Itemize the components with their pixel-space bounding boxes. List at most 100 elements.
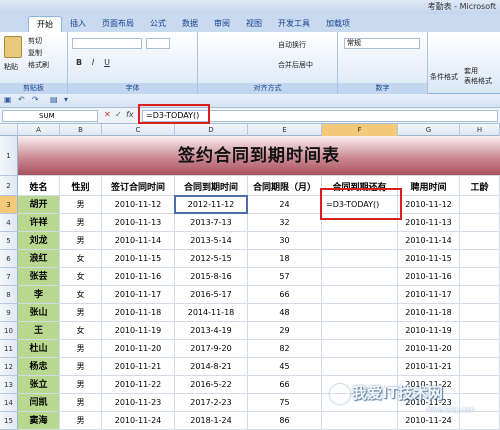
header-cell[interactable]: 性别	[60, 176, 102, 196]
name-cell[interactable]: 闫凯	[18, 394, 60, 412]
table-cell[interactable]: 66	[248, 286, 322, 304]
paste-button[interactable]: 粘贴	[4, 62, 18, 72]
table-cell[interactable]: 2010-11-13	[398, 214, 460, 232]
row-header-9[interactable]: 9	[0, 304, 18, 322]
redo-icon[interactable]: ↷	[32, 95, 39, 104]
table-cell[interactable]: 2010-11-12	[398, 196, 460, 214]
row-header-2[interactable]: 2	[0, 176, 18, 196]
name-cell[interactable]: 浪红	[18, 250, 60, 268]
table-cell[interactable]: 2010-11-22	[102, 376, 175, 394]
select-all-corner[interactable]	[0, 124, 18, 136]
row-header-4[interactable]: 4	[0, 214, 18, 232]
table-cell[interactable]: 2016-5-17	[175, 286, 248, 304]
header-cell[interactable]: 签订合同时间	[102, 176, 175, 196]
table-cell[interactable]	[460, 214, 500, 232]
table-cell[interactable]	[460, 286, 500, 304]
font-name-select[interactable]	[72, 38, 142, 49]
table-cell[interactable]: 男	[60, 232, 102, 250]
format-painter-button[interactable]: 格式刷	[28, 60, 49, 70]
table-cell[interactable]: 2010-11-17	[398, 286, 460, 304]
column-header-g[interactable]: G	[398, 124, 460, 136]
table-cell[interactable]	[460, 340, 500, 358]
table-cell[interactable]	[460, 196, 500, 214]
column-header-h[interactable]: H	[460, 124, 500, 136]
name-cell[interactable]: 王	[18, 322, 60, 340]
table-cell[interactable]: 2010-11-16	[398, 268, 460, 286]
tab-developer[interactable]: 开发工具	[270, 16, 318, 32]
tab-addins[interactable]: 加载项	[318, 16, 358, 32]
print-preview-icon[interactable]: ▤	[50, 95, 58, 104]
tab-home[interactable]: 开始	[28, 16, 62, 32]
tab-view[interactable]: 视图	[238, 16, 270, 32]
table-cell[interactable]: 2013-5-14	[175, 232, 248, 250]
tab-formulas[interactable]: 公式	[142, 16, 174, 32]
table-cell[interactable]	[322, 232, 398, 250]
table-cell[interactable]: 2018-1-24	[175, 412, 248, 430]
row-header-3[interactable]: 3	[0, 196, 18, 214]
table-cell[interactable]: 2010-11-23	[102, 394, 175, 412]
table-cell[interactable]	[460, 268, 500, 286]
header-cell[interactable]: 工龄	[460, 176, 500, 196]
table-cell[interactable]: 82	[248, 340, 322, 358]
row-header-8[interactable]: 8	[0, 286, 18, 304]
tab-review[interactable]: 审阅	[206, 16, 238, 32]
table-format-button[interactable]: 套用 表格格式	[464, 66, 492, 86]
header-cell[interactable]: 聘用时间	[398, 176, 460, 196]
italic-button[interactable]: I	[88, 58, 98, 68]
undo-icon[interactable]: ↶	[18, 95, 25, 104]
copy-button[interactable]: 复制	[28, 48, 42, 58]
table-cell[interactable]	[322, 340, 398, 358]
row-header-11[interactable]: 11	[0, 340, 18, 358]
table-cell[interactable]: 2017-9-20	[175, 340, 248, 358]
table-cell[interactable]: 男	[60, 340, 102, 358]
row-header-7[interactable]: 7	[0, 268, 18, 286]
table-cell[interactable]: 2010-11-14	[102, 232, 175, 250]
table-cell[interactable]: 2013-4-19	[175, 322, 248, 340]
table-cell[interactable]: 男	[60, 214, 102, 232]
column-header-b[interactable]: B	[60, 124, 102, 136]
header-cell[interactable]: 合同期限（月）	[248, 176, 322, 196]
name-cell[interactable]: 刘龙	[18, 232, 60, 250]
table-cell[interactable]: 2010-11-19	[102, 322, 175, 340]
row-header-6[interactable]: 6	[0, 250, 18, 268]
name-cell[interactable]: 杜山	[18, 340, 60, 358]
name-cell[interactable]: 许祥	[18, 214, 60, 232]
save-icon[interactable]: ▣	[4, 95, 12, 104]
font-size-select[interactable]	[146, 38, 170, 49]
table-cell[interactable]	[460, 322, 500, 340]
table-cell[interactable]: 86	[248, 412, 322, 430]
function-icon[interactable]: fx	[126, 110, 134, 119]
table-cell[interactable]: 2010-11-24	[102, 412, 175, 430]
column-header-e[interactable]: E	[248, 124, 322, 136]
name-box[interactable]: SUM	[2, 110, 98, 122]
conditional-format-button[interactable]: 条件格式	[430, 72, 458, 82]
table-cell[interactable]: 2012-5-15	[175, 250, 248, 268]
customize-qat-icon[interactable]: ▾	[64, 95, 68, 104]
table-cell[interactable]: 2010-11-20	[102, 340, 175, 358]
header-cell[interactable]: 合同到期时间	[175, 176, 248, 196]
table-cell[interactable]	[322, 304, 398, 322]
wrap-text-button[interactable]: 自动换行	[278, 40, 306, 50]
table-cell[interactable]: 2016-5-22	[175, 376, 248, 394]
row-header-14[interactable]: 14	[0, 394, 18, 412]
table-cell[interactable]: 男	[60, 376, 102, 394]
table-cell[interactable]: 2010-11-17	[102, 286, 175, 304]
row-header-13[interactable]: 13	[0, 376, 18, 394]
paste-icon[interactable]	[4, 36, 22, 58]
table-cell[interactable]	[460, 250, 500, 268]
row-header-5[interactable]: 5	[0, 232, 18, 250]
name-cell[interactable]: 张立	[18, 376, 60, 394]
table-cell[interactable]: 75	[248, 394, 322, 412]
number-format-select[interactable]: 常规	[344, 38, 420, 49]
header-cell[interactable]: 姓名	[18, 176, 60, 196]
cut-button[interactable]: 剪切	[28, 36, 42, 46]
table-cell[interactable]	[322, 286, 398, 304]
enter-icon[interactable]: ✓	[115, 110, 122, 119]
table-cell[interactable]: 2010-11-19	[398, 322, 460, 340]
column-header-d[interactable]: D	[175, 124, 248, 136]
name-cell[interactable]: 窦海	[18, 412, 60, 430]
table-cell[interactable]: 女	[60, 322, 102, 340]
table-cell[interactable]: 30	[248, 232, 322, 250]
table-cell[interactable]: 2017-2-23	[175, 394, 248, 412]
table-cell[interactable]: 2010-11-14	[398, 232, 460, 250]
